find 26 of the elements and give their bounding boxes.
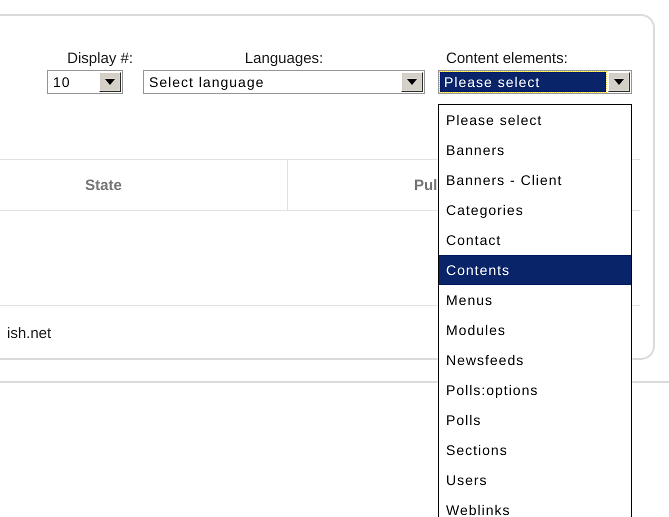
filter-label: Languages: (244, 49, 324, 69)
dropdown-option[interactable]: Newsfeeds (439, 345, 631, 375)
dropdown-option[interactable]: Banners (439, 135, 631, 165)
dropdown-option[interactable]: Users (439, 465, 631, 495)
dropdown-option[interactable]: Categories (439, 195, 631, 225)
dropdown-option[interactable]: Contents (439, 255, 631, 285)
dropdown-option[interactable]: Polls (439, 405, 631, 435)
column-header[interactable]: State (85, 176, 122, 194)
dropdown-option[interactable]: Polls:options (439, 375, 631, 405)
dropdown-select[interactable]: Select language (143, 70, 425, 94)
dropdown-option[interactable]: Modules (439, 315, 631, 345)
dropdown-option[interactable]: Menus (439, 285, 631, 315)
caret-icon (401, 72, 423, 92)
dropdown-option[interactable]: Sections (439, 435, 631, 465)
caret-icon (608, 72, 630, 92)
dropdown-option[interactable]: Banners - Client (439, 165, 631, 195)
filter-label: Content elements: (446, 49, 568, 69)
filter-label: Display #: (67, 49, 133, 69)
dropdown-select[interactable]: 10 (47, 70, 123, 94)
table-cell: ish.net (7, 324, 52, 342)
dropdown-option[interactable]: Contact (439, 225, 631, 255)
dropdown-select[interactable]: Please select (438, 70, 632, 94)
caret-icon (99, 72, 121, 92)
column-header[interactable]: Pul (414, 176, 438, 194)
dropdown-option[interactable]: Weblinks (439, 495, 631, 517)
dropdown-option[interactable]: Please select (439, 105, 631, 135)
